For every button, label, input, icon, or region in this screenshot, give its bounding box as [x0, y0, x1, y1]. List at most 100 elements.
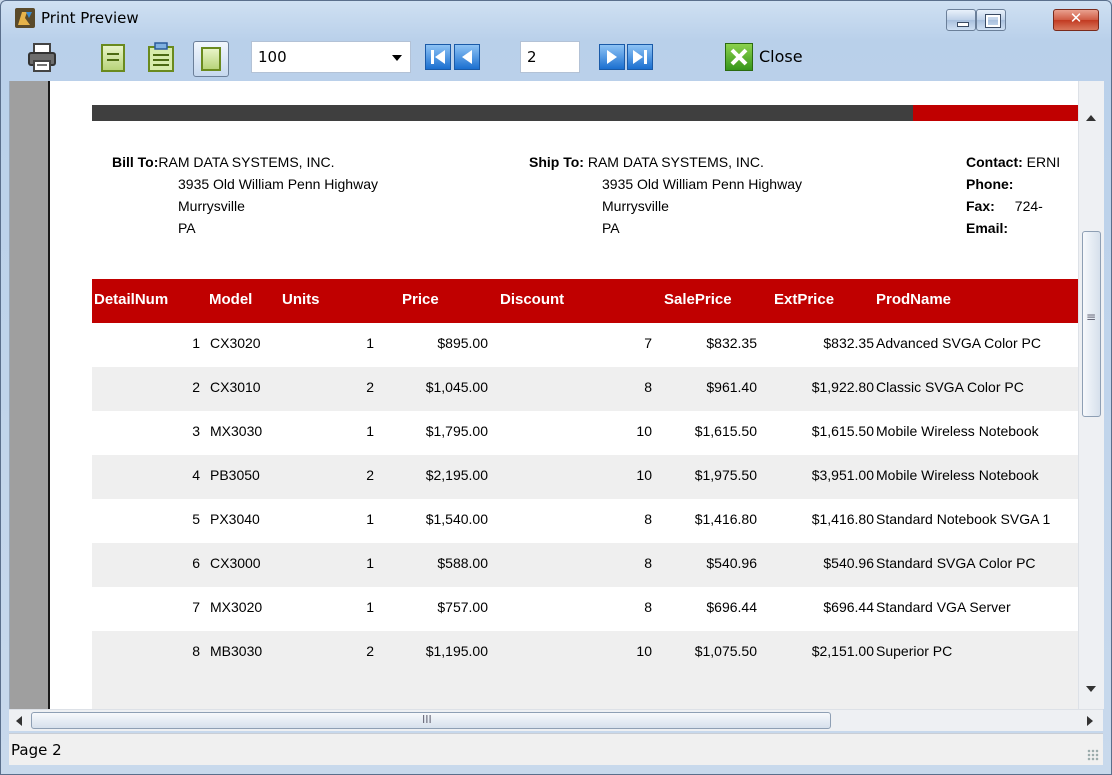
cell-discount: 10	[636, 423, 652, 439]
cell-prodname: Classic SVGA Color PC	[876, 379, 1024, 395]
zoom-select[interactable]: 100	[251, 41, 411, 73]
app-icon	[15, 8, 35, 28]
header-band-red	[913, 105, 1078, 121]
cell-units: 1	[366, 511, 374, 527]
vertical-scrollbar[interactable]	[1078, 81, 1104, 709]
close-preview-icon[interactable]	[725, 43, 753, 71]
multi-page-icon[interactable]	[147, 41, 175, 73]
contact-value: ERNI	[1026, 154, 1061, 170]
table-row: 6 CX3000 1 $588.00 8 $540.96 $540.96 Standard S…	[92, 543, 1078, 587]
cell-extprice: $696.44	[823, 599, 874, 615]
cell-saleprice: $1,416.80	[694, 511, 757, 527]
bill-to-city: Murrysville	[178, 198, 245, 214]
col-discount: Discount	[500, 291, 565, 308]
window-title: Print Preview	[41, 9, 139, 27]
previous-page-button[interactable]	[454, 44, 480, 70]
cell-prodname: Mobile Wireless Notebook	[876, 467, 1039, 483]
contact-label: Contact:	[966, 154, 1023, 170]
cell-units: 1	[366, 599, 374, 615]
cell-detailnum: 1	[192, 335, 200, 351]
page-icon	[201, 47, 221, 71]
resize-grip-icon[interactable]	[1087, 749, 1099, 761]
page-number-input[interactable]: 2	[520, 41, 580, 73]
zoom-value: 100	[258, 48, 287, 66]
cell-price: $2,195.00	[425, 467, 488, 483]
cell-model: MX3030	[210, 423, 263, 439]
cell-discount: 8	[644, 555, 652, 571]
contact-row: Contact: ERNI	[966, 151, 1060, 173]
last-page-button[interactable]	[627, 44, 653, 70]
next-page-button[interactable]	[599, 44, 625, 70]
close-button-label[interactable]: Close	[759, 47, 803, 66]
scroll-right-icon[interactable]	[1087, 716, 1093, 726]
cell-detailnum: 7	[192, 599, 200, 615]
fax-label: Fax:	[966, 198, 995, 214]
table-row: 7 MX3020 1 $757.00 8 $696.44 $696.44 Standard V…	[92, 587, 1078, 631]
cell-price: $1,045.00	[425, 379, 488, 395]
page-width-button[interactable]	[193, 41, 229, 77]
cell-prodname: Mobile Wireless Notebook	[876, 423, 1039, 439]
ship-to-name: RAM DATA SYSTEMS, INC.	[587, 154, 764, 170]
cell-discount: 8	[644, 379, 652, 395]
horizontal-scrollbar[interactable]: III	[9, 709, 1103, 731]
horizontal-scroll-thumb[interactable]: III	[31, 712, 831, 729]
minimize-button[interactable]	[946, 9, 976, 31]
table-row	[92, 675, 1078, 709]
page-gutter	[10, 81, 50, 709]
cell-units: 2	[366, 467, 374, 483]
title-bar[interactable]: Print Preview ✕	[1, 1, 1111, 35]
col-detailnum: DetailNum	[94, 291, 169, 308]
cell-prodname: Standard Notebook SVGA 1	[876, 511, 1051, 527]
toolbar: 100 2 Close	[9, 37, 1103, 81]
x-icon	[730, 48, 748, 66]
cell-units: 1	[366, 423, 374, 439]
cell-units: 2	[366, 379, 374, 395]
table-row: 2 CX3010 2 $1,045.00 8 $961.40 $1,922.80 Classi…	[92, 367, 1078, 411]
cell-detailnum: 2	[192, 379, 200, 395]
cell-extprice: $540.96	[823, 555, 874, 571]
status-page-text: Page 2	[11, 741, 62, 759]
preview-viewport[interactable]: Bill To:RAM DATA SYSTEMS, INC. 3935 Old …	[9, 81, 1104, 709]
scroll-left-icon[interactable]	[16, 716, 22, 726]
scroll-up-icon[interactable]	[1086, 115, 1096, 121]
cell-detailnum: 3	[192, 423, 200, 439]
status-bar: Page 2	[9, 733, 1103, 765]
cell-model: MB3030	[210, 643, 263, 659]
cell-detailnum: 6	[192, 555, 200, 571]
header-band-dark	[92, 105, 913, 121]
cell-prodname: Standard SVGA Color PC	[876, 555, 1036, 571]
first-page-button[interactable]	[425, 44, 451, 70]
table-row: 3 MX3030 1 $1,795.00 10 $1,615.50 $1,615.50 Mob…	[92, 411, 1078, 455]
cell-saleprice: $832.35	[706, 335, 757, 351]
cell-extprice: $832.35	[823, 335, 874, 351]
fax-row: Fax: 724-	[966, 195, 1043, 217]
single-page-icon[interactable]	[101, 44, 125, 72]
cell-saleprice: $540.96	[706, 555, 757, 571]
ship-to-city: Murrysville	[602, 198, 669, 214]
previous-page-icon	[462, 50, 472, 64]
maximize-button[interactable]	[976, 9, 1006, 31]
col-units: Units	[282, 291, 320, 308]
close-window-button[interactable]: ✕	[1053, 9, 1099, 31]
cell-model: CX3000	[210, 555, 261, 571]
cell-detailnum: 8	[192, 643, 200, 659]
cell-model: MX3020	[210, 599, 263, 615]
grip-icon: III	[422, 713, 432, 726]
ship-to-street: 3935 Old William Penn Highway	[602, 176, 802, 192]
scroll-down-icon[interactable]	[1086, 686, 1096, 692]
cell-model: PX3040	[210, 511, 260, 527]
vertical-scroll-thumb[interactable]	[1082, 231, 1101, 417]
ship-to-label: Ship To:	[529, 154, 584, 170]
cell-extprice: $1,922.80	[811, 379, 874, 395]
col-extprice: ExtPrice	[774, 291, 835, 308]
cell-units: 2	[366, 643, 374, 659]
cell-model: PB3050	[210, 467, 260, 483]
cell-extprice: $3,951.00	[811, 467, 874, 483]
printer-icon[interactable]	[25, 41, 59, 75]
cell-price: $895.00	[437, 335, 488, 351]
table-row: 5 PX3040 1 $1,540.00 8 $1,416.80 $1,416.80 Stan…	[92, 499, 1078, 543]
cell-price: $588.00	[437, 555, 488, 571]
cell-discount: 7	[644, 335, 652, 351]
cell-saleprice: $1,615.50	[694, 423, 757, 439]
bill-to-block: Bill To:RAM DATA SYSTEMS, INC.	[112, 151, 334, 173]
